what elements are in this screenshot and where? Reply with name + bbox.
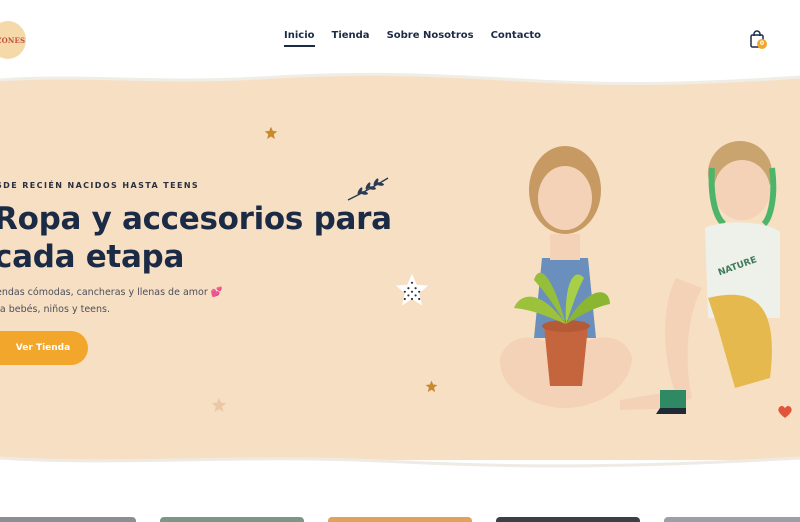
nav-link-tienda[interactable]: Tienda [332, 28, 370, 47]
hero-top-wave [0, 72, 800, 92]
category-card[interactable] [664, 517, 800, 522]
hero-eyebrow: SDE RECIÉN NACIDOS HASTA TEENS [0, 181, 200, 190]
site-header: AZONES Inicio Tienda Sobre Nosotros Cont… [0, 0, 800, 80]
star-icon [425, 380, 438, 393]
hero-description: endas cómodas, cancheras y llenas de amo… [0, 284, 256, 318]
brand-logo[interactable]: AZONES [0, 21, 26, 59]
star-icon [211, 397, 227, 412]
headline-line-1: Ropa y accesorios para [0, 201, 392, 237]
leaf-branch-icon [347, 177, 389, 201]
main-nav: Inicio Tienda Sobre Nosotros Contacto [284, 28, 541, 47]
description-line-1: endas cómodas, cancheras y llenas de amo… [0, 287, 223, 298]
category-card[interactable] [496, 517, 640, 522]
headline-line-2: cada etapa [0, 239, 185, 275]
page: AZONES Inicio Tienda Sobre Nosotros Cont… [0, 0, 800, 522]
cart-count-badge: 0 [757, 39, 767, 49]
category-card[interactable] [160, 517, 304, 522]
shop-button[interactable]: Ver Tienda [0, 331, 88, 365]
category-card[interactable] [328, 517, 472, 522]
hero-bottom-wave [0, 456, 800, 472]
description-line-2: ra bebés, niños y teens. [0, 304, 110, 315]
hero-headline: Ropa y accesorios para cada etapa [0, 200, 414, 276]
star-icon [264, 126, 278, 140]
nav-link-sobre-nosotros[interactable]: Sobre Nosotros [387, 28, 474, 47]
category-card[interactable] [0, 517, 136, 522]
dotted-star-icon [395, 273, 429, 306]
category-cards-row [0, 517, 800, 522]
hero-kids-image: NATURE [499, 141, 780, 414]
nav-link-inicio[interactable]: Inicio [284, 28, 315, 47]
nav-link-contacto[interactable]: Contacto [491, 28, 541, 47]
logo-text: AZONES [0, 35, 26, 45]
